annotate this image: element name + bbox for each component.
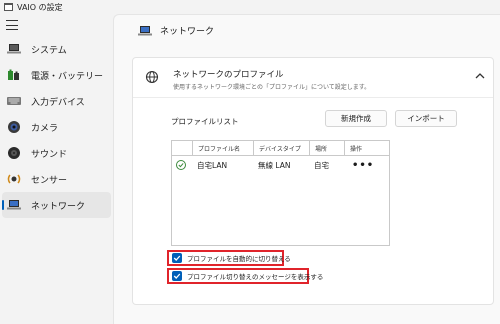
- checkbox-label: プロファイル切り替えのメッセージを表示する: [187, 273, 324, 281]
- speaker-icon: [7, 146, 21, 160]
- sidebar-item-sensor[interactable]: センサー: [2, 166, 111, 192]
- sidebar-item-label: 電源・バッテリー: [31, 71, 104, 82]
- active-check-icon: [176, 160, 186, 170]
- sidebar-item-label: 入力デバイス: [31, 97, 85, 108]
- column-header-status: [172, 141, 192, 155]
- card-header[interactable]: ネットワークのプロファイル 使用するネットワーク環境ごとの「プロファイル」につい…: [133, 58, 493, 98]
- sidebar-item-system[interactable]: システム: [2, 36, 111, 62]
- battery-icon: [7, 68, 21, 82]
- sidebar-item-label: ネットワーク: [31, 201, 86, 212]
- card-title: ネットワークのプロファイル: [173, 70, 284, 80]
- sidebar-item-network[interactable]: ネットワーク: [2, 192, 111, 218]
- page-header: ネットワーク: [138, 24, 214, 37]
- sidebar-item-label: システム: [31, 45, 67, 56]
- app-icon: [4, 3, 13, 11]
- auto-switch-checkbox[interactable]: プロファイルを自動的に切り替える: [167, 250, 291, 266]
- column-header-name: プロファイル名: [192, 141, 253, 155]
- globe-icon: [145, 70, 159, 84]
- window-title: VAIO の設定: [17, 2, 63, 12]
- sidebar-item-input-devices[interactable]: 入力デバイス: [2, 88, 111, 114]
- card-description: 使用するネットワーク環境ごとの「プロファイル」について設定します。: [173, 84, 371, 91]
- column-header-location: 場所: [309, 141, 344, 155]
- checkbox-label: プロファイルを自動的に切り替える: [187, 255, 291, 263]
- location: 自宅: [314, 160, 329, 170]
- profile-name: 自宅LAN: [197, 160, 228, 170]
- profile-table: プロファイル名 デバイスタイプ 場所 操作 自宅LAN 無線 LAN 自宅 ••…: [171, 140, 390, 246]
- sidebar-item-power[interactable]: 電源・バッテリー: [2, 62, 111, 88]
- sidebar-item-label: センサー: [31, 175, 68, 186]
- more-options-button[interactable]: •••: [344, 156, 391, 174]
- device-type: 無線 LAN: [258, 160, 291, 170]
- page-title: ネットワーク: [160, 27, 215, 37]
- sensor-icon: [7, 172, 21, 186]
- checkbox-checked-icon[interactable]: [172, 253, 182, 263]
- sidebar-item-label: カメラ: [31, 123, 59, 134]
- camera-icon: [7, 120, 21, 134]
- import-button[interactable]: インポート: [395, 110, 457, 127]
- column-header-device-type: デバイスタイプ: [253, 141, 309, 155]
- table-header: プロファイル名 デバイスタイプ 場所 操作: [172, 141, 389, 156]
- sidebar-item-camera[interactable]: カメラ: [2, 114, 111, 140]
- sidebar-item-label: サウンド: [31, 149, 68, 160]
- column-header-operations: 操作: [344, 141, 391, 155]
- new-profile-button[interactable]: 新規作成: [325, 110, 387, 127]
- network-icon: [138, 25, 152, 37]
- chevron-up-icon[interactable]: [475, 72, 485, 80]
- network-profile-card: ネットワークのプロファイル 使用するネットワーク環境ごとの「プロファイル」につい…: [132, 57, 494, 305]
- main-content: ネットワーク ネットワークのプロファイル 使用するネットワーク環境ごとの「プロフ…: [113, 14, 500, 324]
- sidebar: システム 電源・バッテリー 入力デバイス カメラ サウンド センサー ネットワー…: [0, 36, 113, 218]
- laptop-icon: [7, 42, 21, 56]
- keyboard-icon: [7, 94, 21, 108]
- hamburger-menu-icon[interactable]: [6, 20, 18, 30]
- title-bar: VAIO の設定: [0, 0, 500, 14]
- show-switch-message-checkbox[interactable]: プロファイル切り替えのメッセージを表示する: [167, 268, 323, 284]
- checkbox-checked-icon[interactable]: [172, 271, 182, 281]
- network-icon: [7, 198, 21, 212]
- profile-list-label: プロファイルリスト: [171, 117, 239, 126]
- table-row[interactable]: 自宅LAN 無線 LAN 自宅 •••: [172, 156, 389, 174]
- sidebar-item-sound[interactable]: サウンド: [2, 140, 111, 166]
